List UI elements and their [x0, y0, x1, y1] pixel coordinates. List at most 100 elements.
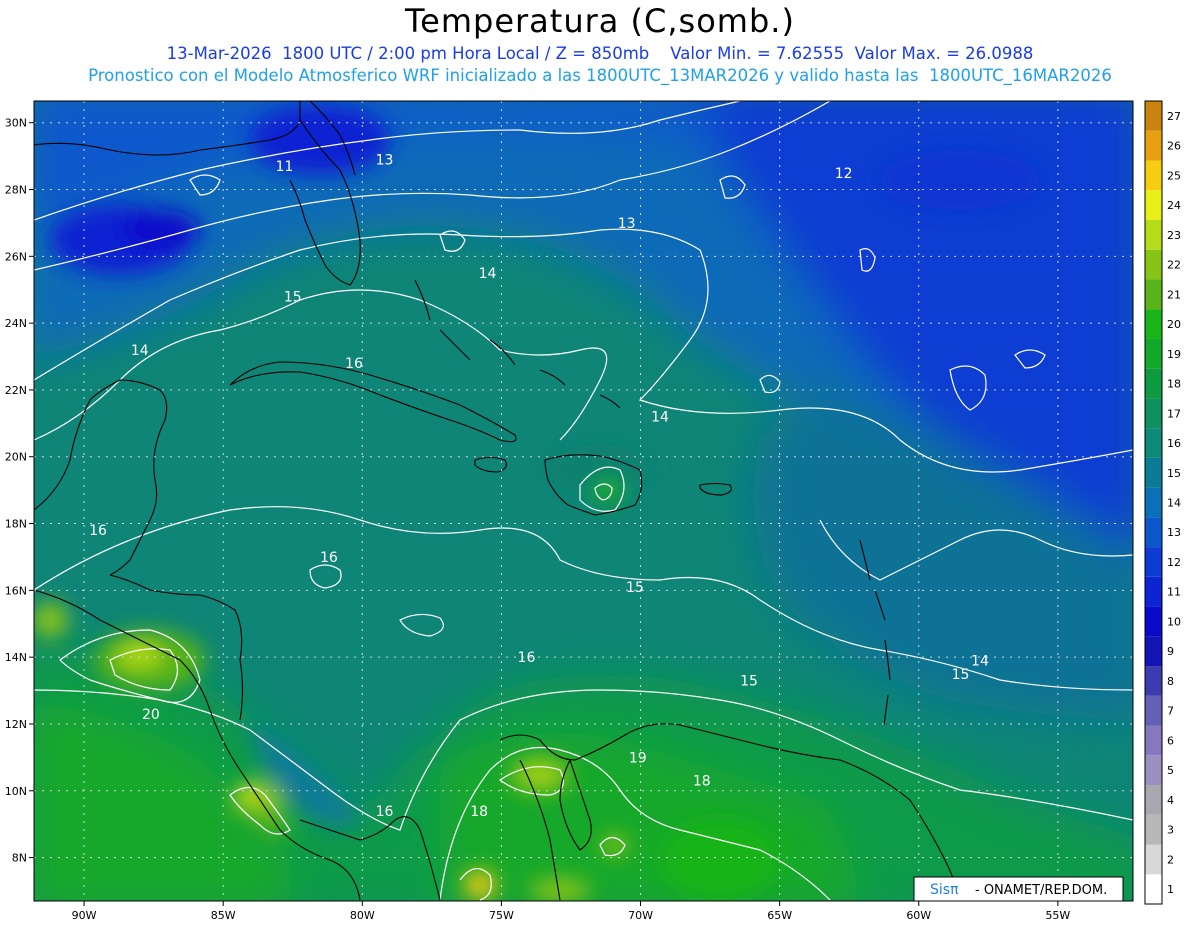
colorbar-swatch	[1145, 844, 1162, 875]
contour-label: 15	[740, 674, 758, 690]
contour-label: 15	[284, 289, 302, 305]
contour-label: 16	[345, 356, 363, 372]
contour-label: 16	[89, 523, 107, 539]
colorbar-label: 25	[1167, 169, 1181, 182]
lon-tick-label: 55W	[1045, 909, 1070, 922]
colorbar-swatch	[1145, 160, 1162, 191]
colorbar-swatch	[1145, 101, 1162, 131]
colorbar-swatch	[1145, 457, 1162, 488]
lon-tick-label: 70W	[628, 909, 653, 922]
lat-tick-label: 16N	[5, 584, 27, 597]
colorbar-label: 23	[1167, 229, 1181, 242]
lon-tick-label: 65W	[767, 909, 792, 922]
colorbar-label: 15	[1167, 467, 1181, 480]
colorbar-label: 7	[1167, 705, 1174, 718]
colorbar-swatch	[1145, 785, 1162, 815]
colorbar-swatch	[1145, 547, 1162, 577]
contour-label: 11	[275, 159, 293, 175]
colorbar-label: 8	[1167, 675, 1174, 688]
colorbar-label: 21	[1167, 288, 1181, 301]
lon-tick-label: 80W	[350, 909, 375, 922]
lat-tick-label: 8N	[12, 852, 27, 865]
lat-tick-label: 22N	[5, 384, 27, 397]
colorbar-swatch	[1145, 190, 1162, 220]
colorbar-swatch	[1145, 576, 1162, 607]
colorbar-swatch	[1145, 338, 1162, 369]
contour-label: 14	[479, 266, 497, 282]
colorbar-swatch	[1145, 755, 1162, 786]
lat-tick-label: 20N	[5, 451, 27, 464]
colorbar-label: 6	[1167, 734, 1174, 747]
colorbar-swatch	[1145, 606, 1162, 637]
contour-label: 13	[618, 216, 636, 232]
contour-label: 12	[835, 166, 853, 182]
contour-label: 13	[376, 152, 394, 168]
colorbar-swatch	[1145, 517, 1162, 548]
contour-label: 20	[142, 707, 160, 723]
colorbar-label: 13	[1167, 526, 1181, 539]
lon-tick-label: 85W	[211, 909, 236, 922]
colorbar-label: 12	[1167, 556, 1181, 569]
contour-label: 15	[952, 667, 970, 683]
colorbar-swatch	[1145, 219, 1162, 250]
colorbar-swatch	[1145, 725, 1162, 756]
credit-brand: Sisπ	[930, 882, 959, 898]
contour-label: 14	[651, 410, 669, 426]
lat-tick-label: 30N	[5, 117, 27, 130]
colorbar-label: 22	[1167, 259, 1181, 272]
colorbar-label: 2	[1167, 853, 1174, 866]
colorbar-swatch	[1145, 428, 1162, 458]
lat-tick-label: 26N	[5, 250, 27, 263]
contour-label: 16	[518, 650, 536, 666]
colorbar-label: 4	[1167, 794, 1174, 807]
longitude-labels: 90W 85W 80W 75W 70W 65W 60W 55W	[72, 909, 1071, 922]
credit-text: - ONAMET/REP.DOM.	[975, 883, 1107, 898]
lat-tick-label: 12N	[5, 718, 27, 731]
temperature-colorbar: 1234567891011121314151617181920212223242…	[1144, 100, 1181, 905]
colorbar-label: 18	[1167, 378, 1181, 391]
colorbar-label: 16	[1167, 437, 1181, 450]
colorbar-label: 17	[1167, 407, 1181, 420]
colorbar-label: 5	[1167, 764, 1174, 777]
colorbar-label: 26	[1167, 140, 1181, 153]
lat-tick-label: 14N	[5, 651, 27, 664]
colorbar-swatch	[1145, 666, 1162, 696]
colorbar-label: 24	[1167, 199, 1181, 212]
colorbar-swatch	[1145, 874, 1162, 904]
lon-tick-label: 75W	[489, 909, 514, 922]
colorbar-swatch	[1145, 814, 1162, 845]
contour-label: 18	[470, 804, 488, 820]
contour-label: 18	[693, 774, 711, 790]
colorbar-label: 11	[1167, 586, 1181, 599]
colorbar-swatch	[1145, 368, 1162, 399]
colorbar-label: 20	[1167, 318, 1181, 331]
colorbar-swatch	[1145, 279, 1162, 310]
lat-tick-label: 28N	[5, 184, 27, 197]
lon-tick-label: 90W	[72, 909, 97, 922]
map-figure: 30N 28N 26N 24N 22N 20N 18N 16N 14N 12N 10N 8N 90W 8…	[5, 100, 1181, 922]
temperature-field	[34, 101, 1133, 901]
contour-label: 14	[131, 343, 149, 359]
colorbar-label: 10	[1167, 615, 1181, 628]
colorbar-swatch	[1145, 249, 1162, 280]
colorbar-swatch	[1145, 487, 1162, 518]
contour-label: 16	[320, 550, 338, 566]
colorbar-swatch	[1145, 130, 1162, 161]
colorbar-swatch	[1145, 309, 1162, 339]
lat-tick-label: 10N	[5, 785, 27, 798]
contour-label: 15	[626, 580, 644, 596]
latitude-labels: 30N 28N 26N 24N 22N 20N 18N 16N 14N 12N 10N 8N	[5, 117, 27, 865]
lat-tick-label: 18N	[5, 518, 27, 531]
colorbar-label: 19	[1167, 348, 1181, 361]
colorbar-swatch	[1145, 695, 1162, 726]
colorbar-label: 27	[1167, 110, 1181, 123]
credit-box: Sisπ - ONAMET/REP.DOM.	[913, 876, 1124, 902]
contour-label: 16	[376, 804, 394, 820]
contour-label: 14	[971, 653, 989, 669]
lat-tick-label: 24N	[5, 317, 27, 330]
colorbar-label: 9	[1167, 645, 1174, 658]
colorbar-label: 1	[1167, 883, 1174, 896]
colorbar-label: 14	[1167, 497, 1181, 510]
lon-tick-label: 60W	[906, 909, 931, 922]
contour-label: 19	[629, 750, 647, 766]
